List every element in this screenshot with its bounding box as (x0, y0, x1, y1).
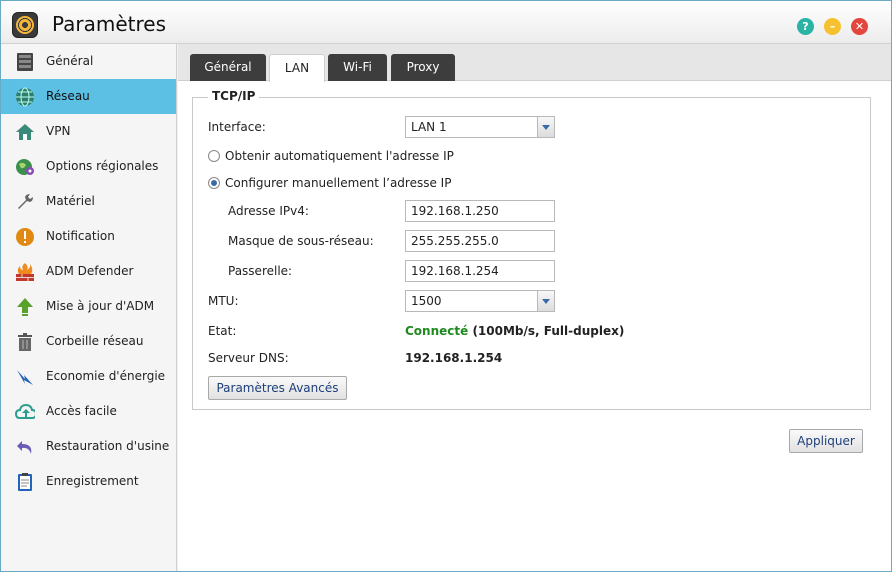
title-bar: Paramètres ? – ✕ (1, 1, 891, 44)
help-button[interactable]: ? (797, 18, 814, 35)
tab-wifi[interactable]: Wi-Fi (328, 54, 387, 81)
tab-general[interactable]: Général (190, 54, 266, 81)
app-icon (12, 12, 38, 38)
sidebar-item-label: Corbeille réseau (46, 334, 144, 348)
advanced-settings-button[interactable]: Paramètres Avancés (208, 376, 347, 400)
server-icon (15, 52, 35, 72)
vpn-house-icon (15, 122, 35, 142)
sidebar-item-factory-reset[interactable]: Restauration d'usine (1, 429, 176, 464)
minimize-button[interactable]: – (824, 18, 841, 35)
sidebar-item-network[interactable]: Réseau (1, 79, 176, 114)
status-connected: Connecté (405, 324, 469, 338)
energy-icon (15, 367, 35, 387)
sidebar-item-general[interactable]: Général (1, 44, 176, 79)
gateway-input[interactable]: 192.168.1.254 (405, 260, 555, 282)
tab-bar: Général LAN Wi-Fi Proxy (178, 44, 891, 82)
state-label: Etat: (208, 324, 237, 338)
sidebar-item-label: Accès facile (46, 404, 117, 418)
chevron-down-icon (537, 117, 554, 137)
tcpip-group: TCP/IP Interface: LAN 1 Obtenir automati… (192, 89, 871, 410)
tab-lan[interactable]: LAN (269, 54, 325, 82)
sidebar-item-vpn[interactable]: VPN (1, 114, 176, 149)
sidebar-item-label: Restauration d'usine (46, 439, 170, 453)
sidebar-item-label: Enregistrement (46, 474, 139, 488)
sidebar-item-hardware[interactable]: Matériel (1, 184, 176, 219)
interface-select[interactable]: LAN 1 (405, 116, 555, 138)
chevron-down-icon (537, 291, 554, 311)
connection-status: Connecté (100Mb/s, Full-duplex) (405, 324, 624, 338)
undo-icon (15, 437, 35, 457)
sidebar-item-regional[interactable]: Options régionales (1, 149, 176, 184)
radio-auto-ip[interactable] (208, 150, 220, 162)
globe-pin-icon (15, 157, 35, 177)
sidebar-item-label: ADM Defender (46, 264, 134, 278)
wrench-icon (15, 192, 35, 212)
dns-value: 192.168.1.254 (405, 351, 503, 365)
window-title: Paramètres (52, 12, 167, 36)
sidebar-item-logging[interactable]: Enregistrement (1, 464, 176, 499)
interface-value: LAN 1 (411, 120, 447, 134)
sidebar-item-label: Mise à jour d'ADM (46, 299, 155, 313)
settings-window: Paramètres ? – ✕ Général Réseau VPN Opti… (0, 0, 892, 572)
main-content: Général LAN Wi-Fi Proxy TCP/IP Interface… (178, 44, 891, 571)
clipboard-icon (15, 472, 35, 492)
gateway-label: Passerelle: (228, 264, 293, 278)
globe-network-icon (15, 87, 35, 107)
upload-arrow-icon (15, 297, 35, 317)
trash-icon (15, 332, 35, 352)
sidebar-item-label: Général (46, 54, 94, 68)
sidebar-item-recycle-bin[interactable]: Corbeille réseau (1, 324, 176, 359)
mtu-select[interactable]: 1500 (405, 290, 555, 312)
sidebar-item-adm-defender[interactable]: ADM Defender (1, 254, 176, 289)
firewall-icon (15, 262, 35, 282)
sidebar-item-adm-update[interactable]: Mise à jour d'ADM (1, 289, 176, 324)
subnet-mask-input[interactable]: 255.255.255.0 (405, 230, 555, 252)
sidebar-item-label: Economie d'énergie (46, 369, 166, 383)
mtu-value: 1500 (411, 294, 442, 308)
radio-manual-ip[interactable] (208, 177, 220, 189)
ipv4-input[interactable]: 192.168.1.250 (405, 200, 555, 222)
ipv4-label: Adresse IPv4: (228, 204, 309, 218)
tcpip-legend: TCP/IP (208, 89, 260, 103)
sidebar-item-label: Réseau (46, 89, 90, 103)
exclamation-icon (15, 227, 35, 247)
subnet-mask-label: Masque de sous-réseau: (228, 234, 374, 248)
sidebar-item-label: Options régionales (46, 159, 159, 173)
dns-label: Serveur DNS: (208, 351, 289, 365)
sidebar-item-energy[interactable]: Economie d'énergie (1, 359, 176, 394)
cloud-icon (15, 402, 35, 422)
tab-proxy[interactable]: Proxy (391, 54, 455, 81)
mtu-label: MTU: (208, 294, 239, 308)
sidebar-item-label: Notification (46, 229, 115, 243)
radio-auto-label: Obtenir automatiquement l'adresse IP (225, 149, 454, 163)
sidebar-item-notification[interactable]: Notification (1, 219, 176, 254)
interface-label: Interface: (208, 120, 266, 134)
close-button[interactable]: ✕ (851, 18, 868, 35)
sidebar-item-label: VPN (46, 124, 71, 138)
status-detail: (100Mb/s, Full-duplex) (468, 324, 625, 338)
sidebar: Général Réseau VPN Options régionales Ma… (1, 44, 177, 571)
radio-manual-label: Configurer manuellement l’adresse IP (225, 176, 452, 190)
sidebar-item-label: Matériel (46, 194, 95, 208)
sidebar-item-easy-access[interactable]: Accès facile (1, 394, 176, 429)
apply-button[interactable]: Appliquer (789, 429, 863, 453)
